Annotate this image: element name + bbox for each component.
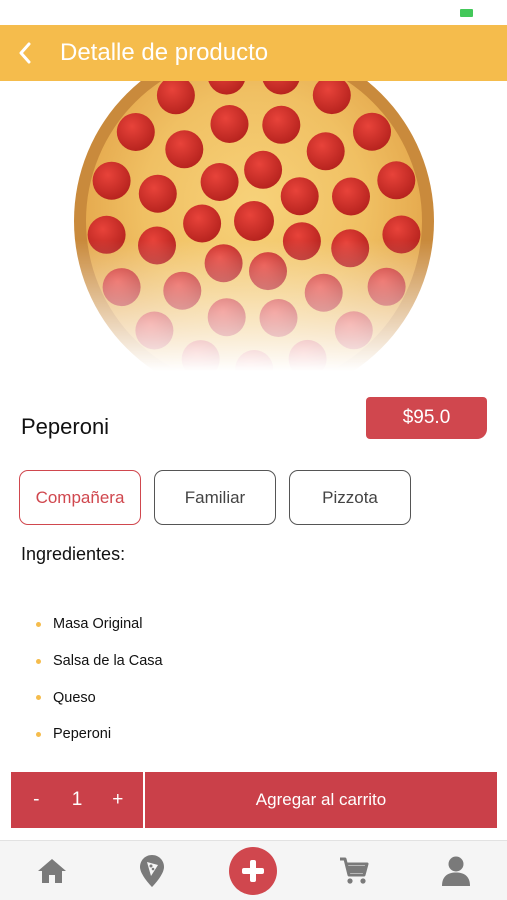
cart-action-bar: - 1 + Agregar al carrito xyxy=(11,772,497,828)
chevron-left-icon xyxy=(19,42,31,64)
list-item: Salsa de la Casa xyxy=(36,643,163,680)
quantity-stepper: - 1 + xyxy=(11,772,143,828)
nav-locations[interactable] xyxy=(127,841,177,900)
size-option-pizzota[interactable]: Pizzota xyxy=(289,470,411,525)
list-item: Peperoni xyxy=(36,716,163,753)
app-header: Detalle de producto xyxy=(0,25,507,81)
home-icon xyxy=(38,859,66,883)
ingredients-heading: Ingredientes: xyxy=(21,544,126,564)
nav-add[interactable] xyxy=(228,841,278,900)
bottom-nav xyxy=(0,840,507,900)
ingredient-label: Queso xyxy=(53,689,96,706)
add-to-cart-button[interactable]: Agregar al carrito xyxy=(145,772,497,828)
ingredient-label: Peperoni xyxy=(53,726,112,743)
nav-home[interactable] xyxy=(27,841,77,900)
size-option-companera[interactable]: Compañera xyxy=(19,470,141,525)
list-item: Masa Original xyxy=(36,606,163,643)
price-badge: $95.0 xyxy=(366,397,487,439)
quantity-value: 1 xyxy=(71,789,83,810)
list-item: Queso xyxy=(36,679,163,716)
nav-profile[interactable] xyxy=(431,841,481,900)
product-name: Peperoni xyxy=(21,414,110,439)
ingredients-list: Masa Original Salsa de la Casa Queso Pep… xyxy=(36,606,163,753)
ingredient-label: Masa Original xyxy=(53,616,143,633)
bullet-icon xyxy=(36,731,41,737)
cart-icon xyxy=(340,857,369,884)
bullet-icon xyxy=(36,695,41,701)
back-button[interactable] xyxy=(0,25,50,81)
bullet-icon xyxy=(36,658,41,664)
increment-button[interactable]: + xyxy=(103,789,133,811)
status-bar xyxy=(0,0,507,25)
size-options: Compañera Familiar Pizzota xyxy=(19,470,411,525)
decrement-button[interactable]: - xyxy=(21,789,51,811)
battery-icon xyxy=(460,9,473,17)
product-image xyxy=(0,81,507,371)
pizza-location-icon xyxy=(140,855,164,887)
user-icon xyxy=(442,856,470,886)
page-title: Detalle de producto xyxy=(60,39,269,66)
add-button[interactable] xyxy=(229,847,277,895)
size-option-familiar[interactable]: Familiar xyxy=(154,470,276,525)
plus-icon xyxy=(242,860,264,882)
nav-cart[interactable] xyxy=(329,841,379,900)
ingredient-label: Salsa de la Casa xyxy=(53,653,163,670)
bullet-icon xyxy=(36,621,41,627)
